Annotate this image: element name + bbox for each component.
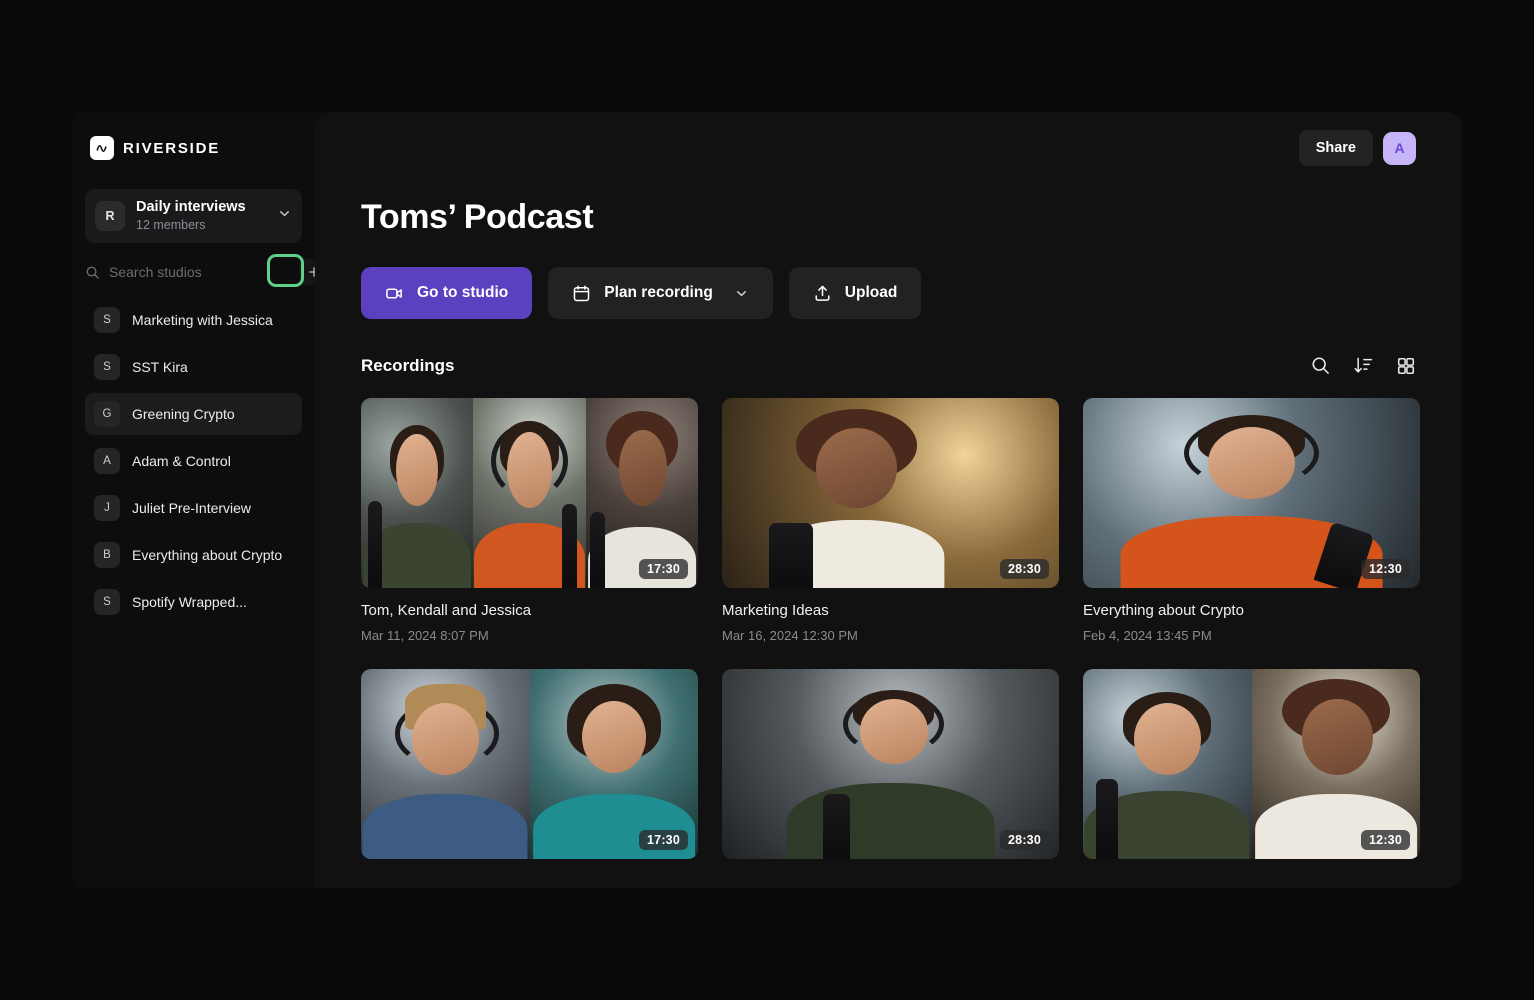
recording-thumbnail[interactable]: 28:30 — [722, 398, 1059, 588]
sidebar-item-greening-crypto[interactable]: G Greening Crypto — [85, 393, 302, 435]
studio-badge: G — [94, 401, 120, 427]
recording-card[interactable]: 12:30 — [1083, 669, 1420, 859]
studio-label: SST Kira — [132, 359, 188, 375]
studio-badge: J — [94, 495, 120, 521]
org-member-count: 12 members — [136, 218, 206, 232]
studio-label: Spotify Wrapped... — [132, 594, 247, 610]
studio-label: Juliet Pre-Interview — [132, 500, 252, 516]
recording-title: Tom, Kendall and Jessica — [361, 602, 532, 619]
org-avatar: R — [95, 201, 125, 231]
recording-thumbnail[interactable]: 17:30 — [361, 669, 698, 859]
sidebar-item-spotify-wrapped[interactable]: S Spotify Wrapped... — [85, 581, 302, 623]
page-title: Toms’ Podcast — [361, 198, 594, 236]
brand-name: RIVERSIDE — [123, 139, 221, 157]
search-icon — [85, 265, 100, 280]
go-to-studio-button[interactable]: Go to studio — [361, 267, 533, 319]
recordings-section-header: Recordings — [361, 355, 1416, 376]
search-row — [85, 255, 329, 289]
upload-label: Upload — [844, 284, 898, 301]
recording-date: Mar 16, 2024 12:30 PM — [722, 628, 858, 643]
duration-badge: 17:30 — [639, 830, 688, 850]
waveform-icon — [90, 136, 114, 160]
chevron-down-icon — [734, 286, 749, 301]
duration-badge: 12:30 — [1361, 559, 1410, 579]
app-window: RIVERSIDE R Daily interviews 12 members — [72, 112, 1462, 888]
recording-thumbnail[interactable]: 28:30 — [722, 669, 1059, 859]
recording-card[interactable]: 17:30 — [361, 669, 698, 859]
section-title: Recordings — [361, 355, 455, 375]
recording-title: Marketing Ideas — [722, 602, 829, 619]
duration-badge: 17:30 — [639, 559, 688, 579]
recording-date: Mar 11, 2024 8:07 PM — [361, 628, 489, 643]
studio-label: Everything about Crypto — [132, 547, 283, 563]
duration-badge: 12:30 — [1361, 830, 1410, 850]
recording-thumbnail[interactable]: 12:30 — [1083, 398, 1420, 588]
sidebar-item-juliet-pre-interview[interactable]: J Juliet Pre-Interview — [85, 487, 302, 529]
duration-badge: 28:30 — [1000, 830, 1049, 850]
org-name: Daily interviews — [136, 199, 246, 215]
org-selector[interactable]: R Daily interviews 12 members — [85, 189, 302, 243]
studio-label: Adam & Control — [132, 453, 231, 469]
recording-date: Feb 4, 2024 13:45 PM — [1083, 628, 1212, 643]
recording-card[interactable]: 17:30 Tom, Kendall and Jessica Mar 11, 2… — [361, 398, 698, 643]
recording-card[interactable]: 12:30 Everything about Crypto Feb 4, 202… — [1083, 398, 1420, 643]
avatar[interactable]: A — [1383, 131, 1416, 165]
recording-title: Everything about Crypto — [1083, 602, 1244, 619]
section-tools — [1310, 355, 1416, 376]
action-buttons: Go to studio Plan recording Upload — [361, 267, 1416, 319]
sidebar-item-everything-about-crypto[interactable]: B Everything about Crypto — [85, 534, 302, 576]
video-camera-icon — [385, 284, 404, 303]
search-icon[interactable] — [1310, 355, 1331, 376]
recording-thumbnail[interactable]: 17:30 — [361, 398, 698, 588]
upload-button[interactable]: Upload — [788, 267, 922, 319]
studio-badge: B — [94, 542, 120, 568]
plan-recording-label: Plan recording — [604, 284, 713, 301]
studio-badge: S — [94, 589, 120, 615]
studio-label: Greening Crypto — [132, 406, 235, 422]
chevron-down-icon — [277, 206, 292, 226]
search-input[interactable] — [109, 264, 290, 280]
sidebar-item-adam-and-control[interactable]: A Adam & Control — [85, 440, 302, 482]
sidebar-item-marketing-with-jessica[interactable]: S Marketing with Jessica — [85, 299, 302, 341]
share-button[interactable]: Share — [1298, 130, 1373, 166]
recording-card[interactable]: 28:30 — [722, 669, 1059, 859]
topbar: Share A — [361, 112, 1416, 184]
recording-thumbnail[interactable]: 12:30 — [1083, 669, 1420, 859]
main-content: Share A Toms’ Podcast Go to studio Plan … — [315, 112, 1462, 888]
grid-view-icon[interactable] — [1396, 356, 1416, 376]
studio-badge: S — [94, 354, 120, 380]
go-to-studio-label: Go to studio — [417, 284, 509, 301]
recording-card[interactable]: 28:30 Marketing Ideas Mar 16, 2024 12:30… — [722, 398, 1059, 643]
calendar-icon — [572, 284, 591, 303]
sort-descending-icon[interactable] — [1353, 355, 1374, 376]
studio-list: S Marketing with Jessica S SST Kira G Gr… — [72, 299, 315, 623]
studio-badge: S — [94, 307, 120, 333]
studio-badge: A — [94, 448, 120, 474]
brand-logo[interactable]: RIVERSIDE — [72, 112, 315, 160]
duration-badge: 28:30 — [1000, 559, 1049, 579]
studio-label: Marketing with Jessica — [132, 312, 273, 328]
sidebar: RIVERSIDE R Daily interviews 12 members — [72, 112, 329, 888]
upload-icon — [813, 284, 832, 303]
sidebar-item-sst-kira[interactable]: S SST Kira — [85, 346, 302, 388]
recordings-grid: 17:30 Tom, Kendall and Jessica Mar 11, 2… — [361, 398, 1420, 859]
plan-recording-button[interactable]: Plan recording — [548, 267, 773, 319]
